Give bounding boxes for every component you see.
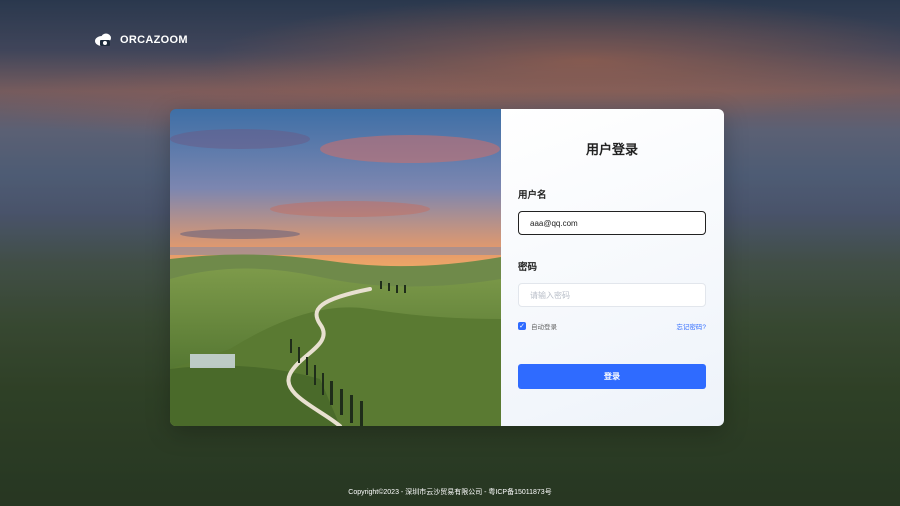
cloud-camera-icon: [95, 33, 111, 46]
username-input[interactable]: aaa@qq.com: [518, 211, 706, 235]
login-card: 用户登录 用户名 aaa@qq.com 密码 请输入密码 ✓ 自动登录 忘记密码…: [170, 109, 724, 426]
password-placeholder: 请输入密码: [530, 290, 570, 300]
login-form-panel: 用户登录 用户名 aaa@qq.com 密码 请输入密码 ✓ 自动登录 忘记密码…: [501, 109, 724, 426]
landscape-photo: [170, 109, 501, 426]
password-label: 密码: [518, 262, 538, 273]
username-label: 用户名: [518, 190, 547, 201]
login-title: 用户登录: [585, 142, 638, 157]
username-value: aaa@qq.com: [530, 218, 578, 228]
brand-name: ORCAZOOM: [120, 34, 188, 46]
password-input[interactable]: 请输入密码: [518, 283, 706, 307]
brand-logo: ORCAZOOM: [94, 32, 188, 48]
remember-me[interactable]: ✓ 自动登录: [518, 321, 557, 331]
checkbox-checked-icon[interactable]: ✓: [518, 322, 526, 330]
login-button[interactable]: 登录: [518, 364, 706, 389]
remember-label: 自动登录: [531, 324, 557, 331]
forgot-password-link[interactable]: 忘记密码?: [676, 321, 706, 331]
options-row: ✓ 自动登录 忘记密码?: [518, 321, 706, 331]
copyright-footer: Copyright©2023 - 深圳市云沙贸易有限公司 - 粤ICP备1501…: [348, 489, 552, 496]
